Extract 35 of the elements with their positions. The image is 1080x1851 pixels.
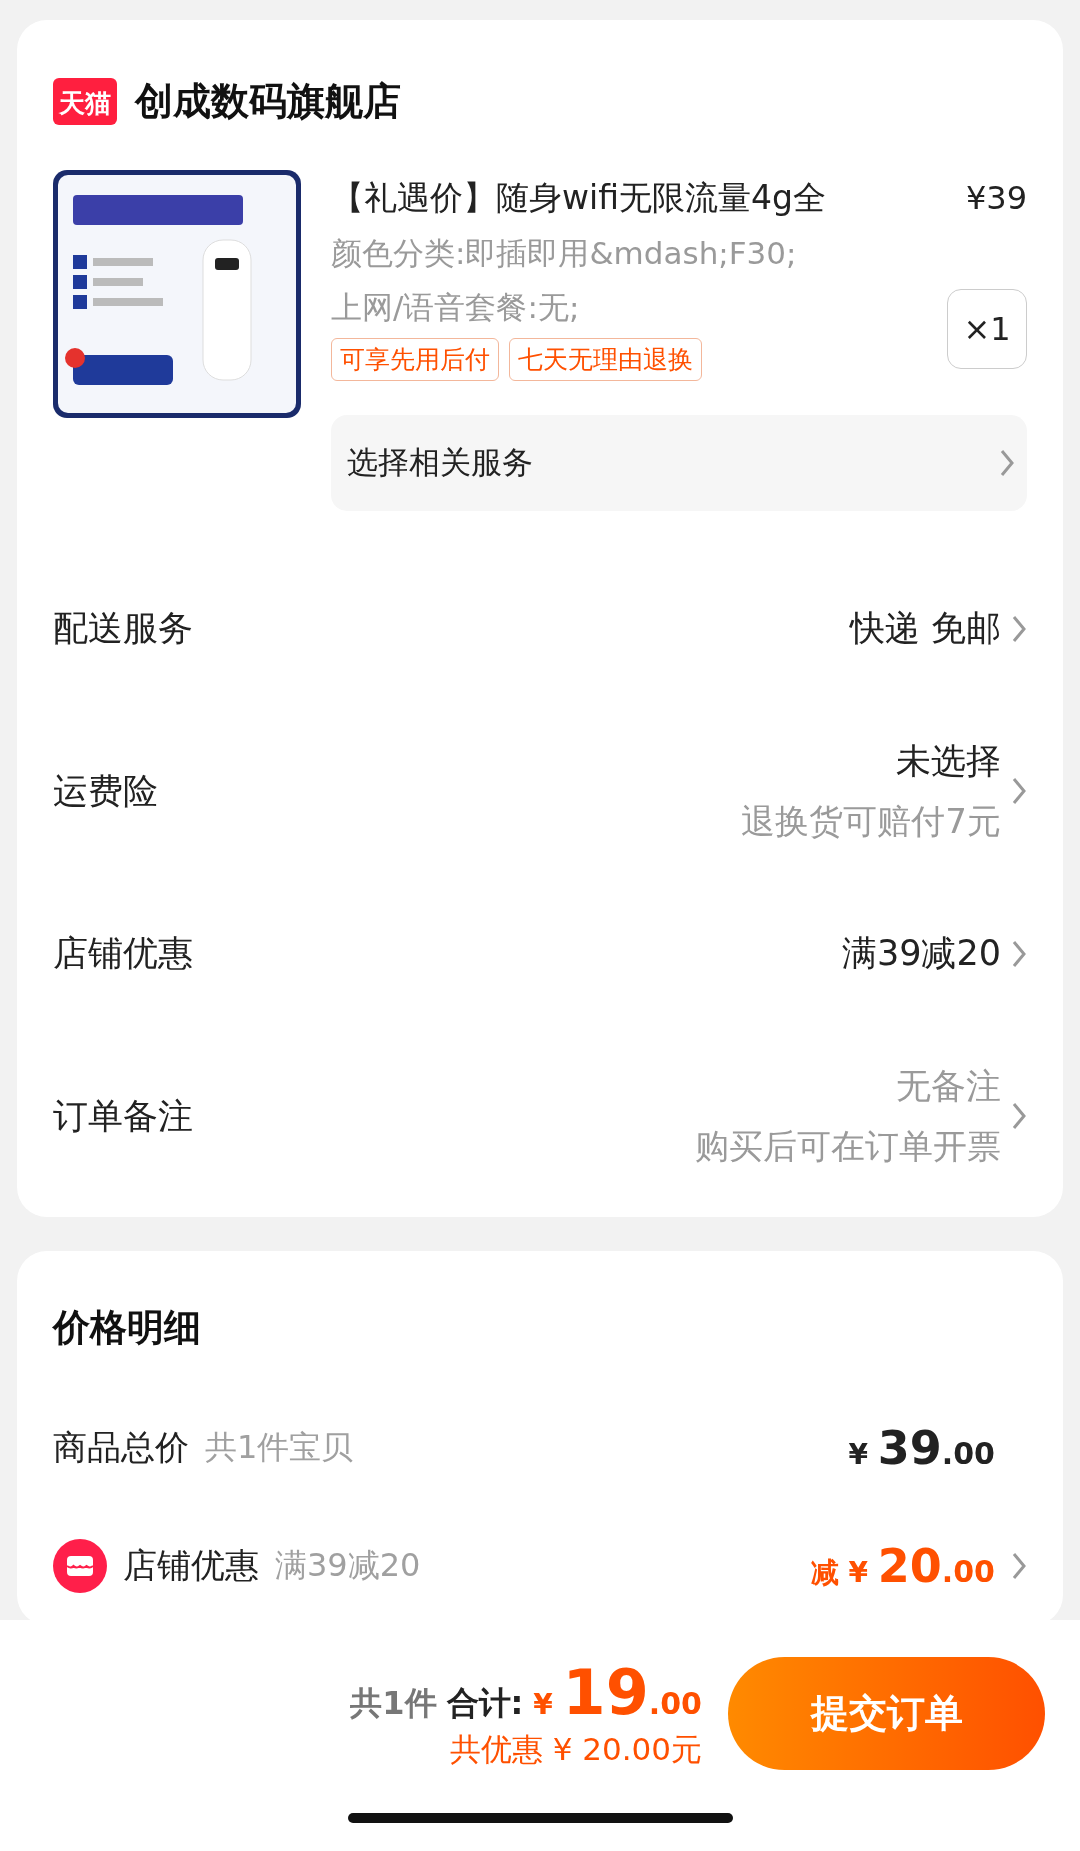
store-name: 创成数码旗舰店 xyxy=(135,77,401,125)
option-label: 店铺优惠 xyxy=(53,932,193,975)
price-amount: ¥ 39.00 xyxy=(848,1421,995,1475)
option-value[interactable]: 未选择 退换货可赔付7元 xyxy=(741,737,1027,845)
price-amount: 减 ¥ 20.00 xyxy=(810,1539,995,1593)
option-label: 配送服务 xyxy=(53,607,193,650)
detail-note: 满39减20 xyxy=(275,1545,421,1586)
total-label: 合计: xyxy=(446,1683,524,1724)
shop-icon xyxy=(53,1539,107,1593)
saving-text: 共优惠 ¥ 20.00元 xyxy=(449,1730,702,1769)
chevron-icon xyxy=(1011,613,1027,644)
product-title: 【礼遇价】随身wifi无限流量4g全 xyxy=(331,177,826,219)
quantity-button[interactable]: ×1 xyxy=(947,289,1027,369)
detail-note: 共1件宝贝 xyxy=(205,1427,354,1468)
service-tag: 七天无理由退换 xyxy=(509,338,702,381)
option-label: 运费险 xyxy=(53,769,158,813)
section-title: 价格明细 xyxy=(53,1305,202,1351)
price-amount: ¥19.00 xyxy=(533,1656,702,1729)
product-price: ¥39 xyxy=(965,178,1027,219)
option-value[interactable]: 满39减20 xyxy=(841,930,1027,977)
chevron-icon xyxy=(999,448,1015,478)
mall-logo: 天猫 xyxy=(53,77,117,125)
product-spec: 颜色分类:即插即用&mdash;F30; xyxy=(331,234,797,273)
service-tag: 可享先用后付 xyxy=(331,338,499,381)
chevron-icon xyxy=(1011,1551,1027,1581)
chevron-icon xyxy=(1011,938,1027,969)
chevron-icon xyxy=(1011,776,1027,806)
detail-label: 商品总价 xyxy=(53,1426,189,1469)
option-label: 订单备注 xyxy=(53,1094,193,1138)
item-count: 共1件 xyxy=(350,1683,437,1724)
detail-label: 店铺优惠 xyxy=(123,1544,259,1587)
service-selector[interactable]: 选择相关服务 xyxy=(331,415,1027,511)
chevron-icon xyxy=(1011,1101,1027,1131)
product-spec: 上网/语音套餐:无; xyxy=(331,288,581,327)
option-value[interactable]: 快递 免邮 xyxy=(849,605,1027,652)
